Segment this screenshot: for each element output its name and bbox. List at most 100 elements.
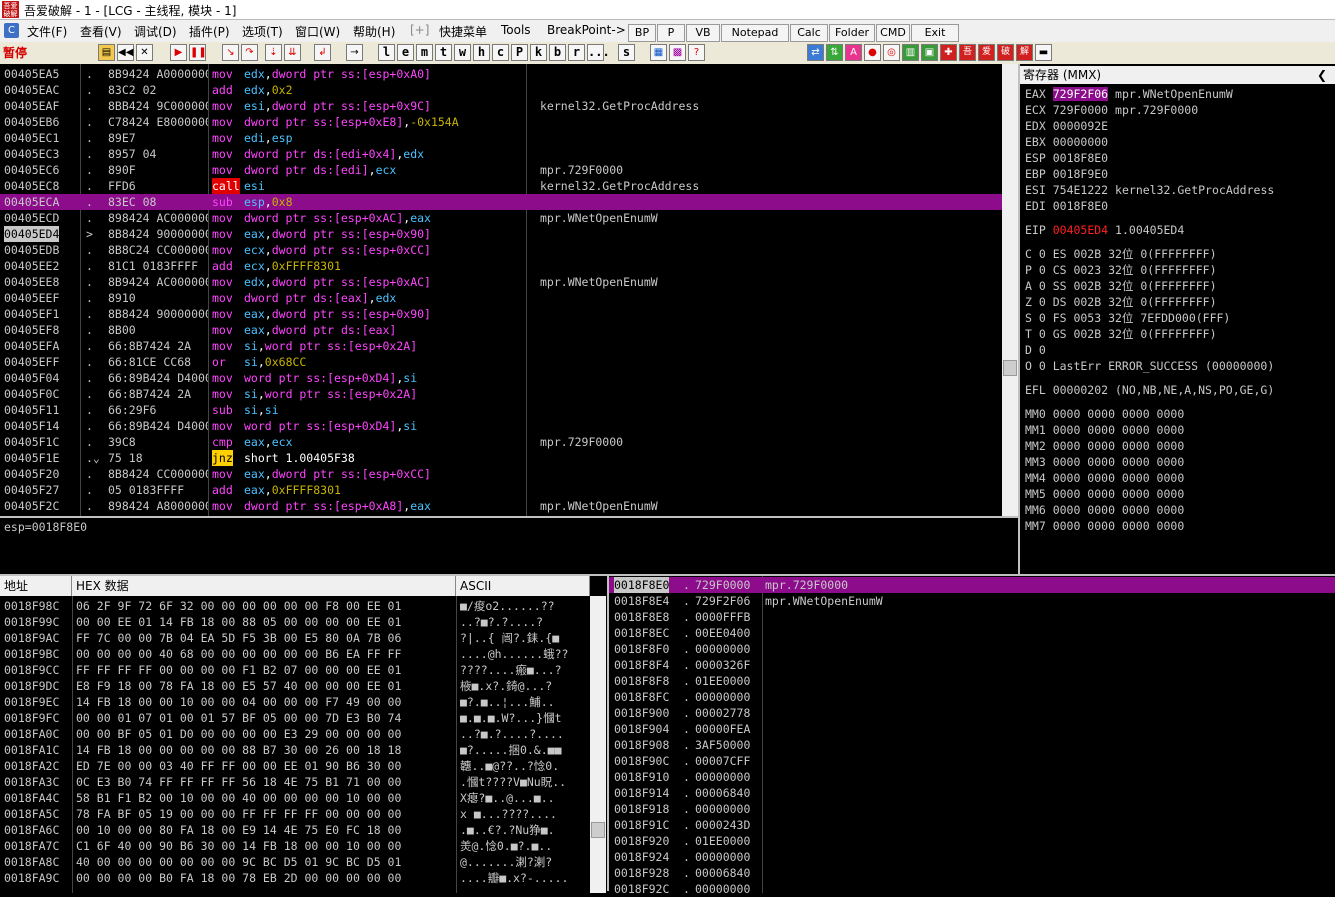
plugin-p-button[interactable]: P [657, 24, 685, 42]
stack-row[interactable]: 0018F918. 00000000 [609, 801, 1335, 817]
pause-icon[interactable]: ❚❚ [189, 44, 207, 61]
stack-row[interactable]: 0018F8FC. 00000000 [609, 689, 1335, 705]
plugin-cmd-button[interactable]: CMD [876, 24, 910, 42]
register-row[interactable]: EDI 0018F8E0 [1025, 198, 1108, 214]
dump-row[interactable]: 0018FA5C 78 FA BF 05 19 00 00 00 FF FF FF… [0, 806, 590, 822]
close-icon[interactable]: ✕ [136, 44, 153, 61]
rewind-icon[interactable]: ◀◀ [117, 44, 134, 61]
stack-row[interactable]: 0018F908. 3AF50000 [609, 737, 1335, 753]
stack-row[interactable]: 0018F8E8. 0000FFFB [609, 609, 1335, 625]
register-row[interactable]: ESI 754E1222 kernel32.GetProcAddress [1025, 182, 1274, 198]
stack-row[interactable]: 0018F90C. 00007CFF [609, 753, 1335, 769]
disasm-row[interactable]: 00405EDB. 8B8C24 CC000000 mov ecx,dword ptr… [0, 242, 1002, 258]
breakpoints-button[interactable]: b [549, 44, 566, 61]
dump-row[interactable]: 0018F98C 06 2F 9F 72 6F 32 00 00 00 00 00… [0, 598, 590, 614]
disasm-row[interactable]: 00405F04. 66:89B424 D4000000 mov word ptr s… [0, 370, 1002, 386]
flag-row[interactable]: D 0 [1025, 342, 1046, 358]
app-menu-icon[interactable]: C [4, 23, 19, 38]
dump-row[interactable]: 0018FA6C 00 10 00 00 80 FA 18 00 E9 14 4E… [0, 822, 590, 838]
plugin-vb-button[interactable]: VB [686, 24, 720, 42]
menu-file[interactable]: 文件(F) [27, 23, 67, 40]
stack-row[interactable]: 0018F8EC. 00EE0400 [609, 625, 1335, 641]
register-value[interactable]: 0018F9E0 [1053, 167, 1108, 181]
stack-row[interactable]: 0018F900. 00002778 [609, 705, 1335, 721]
efl-row[interactable]: EFL 00000202 (NO,NB,NE,A,NS,PO,GE,G) [1025, 382, 1274, 398]
menu-shortcut[interactable]: 快捷菜单 [439, 23, 487, 40]
disasm-row[interactable]: 00405EA5. 8B9424 A0000000 mov edx,dword ptr… [0, 66, 1002, 82]
registers-header[interactable]: 寄存器 (MMX) ❮ [1020, 66, 1335, 84]
flag-row[interactable]: T 0 GS 002B 32位 0(FFFFFFFF) [1025, 326, 1217, 342]
register-value[interactable]: 0018F8E0 [1053, 199, 1108, 213]
disasm-row[interactable]: 00405F27. 05 0183FFFF add eax,0xFFFF8301 [0, 482, 1002, 498]
menu-breakpoint[interactable]: BreakPoint-> [547, 23, 626, 37]
menu-options[interactable]: 选项(T) [242, 23, 283, 40]
dump-row[interactable]: 0018F9CC FF FF FF FF 00 00 00 00 F1 B2 07… [0, 662, 590, 678]
dump-row[interactable]: 0018F9DC E8 F9 18 00 78 FA 18 00 E5 57 40… [0, 678, 590, 694]
dump-header-address[interactable]: 地址 [0, 576, 72, 596]
menu-plugins[interactable]: 插件(P) [189, 23, 230, 40]
window-icon[interactable]: ▬ [1035, 44, 1052, 61]
dump-row[interactable]: 0018FA9C 00 00 00 00 B0 FA 18 00 78 EB 2D… [0, 870, 590, 886]
disasm-row[interactable]: 00405F14. 66:89B424 D4000000 mov word ptr s… [0, 418, 1002, 434]
stack-row[interactable]: 0018F904. 00000FEA [609, 721, 1335, 737]
registers-pane[interactable]: 寄存器 (MMX) ❮ EAX 729F2F06 mpr.WNetOpenEnu… [1018, 64, 1335, 574]
mmx-row[interactable]: MM2 0000 0000 0000 0000 [1025, 438, 1184, 454]
dump-row[interactable]: 0018FA1C 14 FB 18 00 00 00 00 00 88 B7 30… [0, 742, 590, 758]
register-row[interactable]: ESP 0018F8E0 [1025, 150, 1108, 166]
logo-ai-button[interactable]: 爱 [978, 44, 995, 61]
register-row[interactable]: EBX 00000000 [1025, 134, 1108, 150]
flag-row[interactable]: S 0 FS 0053 32位 7EFDD000(FFF) [1025, 310, 1230, 326]
menu-view[interactable]: 查看(V) [80, 23, 122, 40]
help-icon[interactable]: ? [688, 44, 705, 61]
dump-row[interactable]: 0018F9FC 00 00 01 07 01 00 01 57 BF 05 00… [0, 710, 590, 726]
flag-row[interactable]: C 0 ES 002B 32位 0(FFFFFFFF) [1025, 246, 1217, 262]
disasm-row[interactable]: 00405EFA. 66:8B7424 2A mov si,word ptr ss:[… [0, 338, 1002, 354]
disasm-row[interactable]: 00405EAC. 83C2 02 add edx,0x2 [0, 82, 1002, 98]
scrollbar-thumb[interactable] [591, 822, 605, 838]
cross-icon[interactable]: ✚ [940, 44, 957, 61]
disasm-row[interactable]: 00405F2C. 898424 A8000000 mov dword ptr ss:… [0, 498, 1002, 514]
run-trace-button[interactable]: ... [587, 44, 610, 61]
stack-row[interactable]: 0018F8E0. 729F0000 mpr.729F0000 [609, 577, 1335, 593]
flag-row[interactable]: P 0 CS 0023 32位 0(FFFFFFFF) [1025, 262, 1217, 278]
run-icon[interactable]: ▶ [170, 44, 187, 61]
chevron-left-icon[interactable]: ❮ [1317, 66, 1327, 84]
dump-row[interactable]: 0018F9BC 00 00 00 00 40 68 00 00 00 00 00… [0, 646, 590, 662]
a-icon[interactable]: A [845, 44, 862, 61]
mmx-row[interactable]: MM7 0000 0000 0000 0000 [1025, 518, 1184, 534]
disassembly-pane[interactable]: 00405EA5. 8B9424 A0000000 mov edx,dword ptr… [0, 64, 1002, 516]
register-value[interactable]: 729F0000 [1053, 103, 1108, 117]
step-into-icon[interactable]: ↘ [222, 44, 239, 61]
stack-row[interactable]: 0018F924. 00000000 [609, 849, 1335, 865]
logo-po-button[interactable]: 破 [997, 44, 1014, 61]
log-window-button[interactable]: l [378, 44, 395, 61]
stack-row[interactable]: 0018F92C. 00000000 [609, 881, 1335, 897]
stack-row[interactable]: 0018F91C. 0000243D [609, 817, 1335, 833]
disasm-row[interactable]: 00405EFF. 66:81CE CC68 or si,0x68CC [0, 354, 1002, 370]
disasm-row[interactable]: 00405EE2. 81C1 0183FFFF add ecx,0xFFFF8301 [0, 258, 1002, 274]
options-icon[interactable]: ▩ [669, 44, 686, 61]
register-value[interactable]: 729F2F06 [1052, 87, 1109, 101]
execute-till-return-icon[interactable]: ↲ [314, 44, 331, 61]
cpu-button[interactable]: c [492, 44, 509, 61]
layout-icon[interactable]: ▦ [650, 44, 667, 61]
stack-row[interactable]: 0018F8F8. 01EE0000 [609, 673, 1335, 689]
disasm-row[interactable]: 00405ED4 >8B8424 90000000 mov eax,dword ptr… [0, 226, 1002, 242]
mmx-row[interactable]: MM1 0000 0000 0000 0000 [1025, 422, 1184, 438]
disassembly-scrollbar[interactable] [1002, 64, 1018, 516]
register-row[interactable]: EBP 0018F9E0 [1025, 166, 1108, 182]
stack-row[interactable]: 0018F914. 00006840 [609, 785, 1335, 801]
register-row[interactable]: EAX 729F2F06 mpr.WNetOpenEnumW [1025, 86, 1233, 102]
register-value[interactable]: 754E1222 [1053, 183, 1108, 197]
menu-window[interactable]: 窗口(W) [295, 23, 340, 40]
references-button[interactable]: r [568, 44, 585, 61]
refresh-icon[interactable]: ⇄ [807, 44, 824, 61]
disasm-row[interactable]: 00405EC1. 89E7 mov edi,esp [0, 130, 1002, 146]
logo-wu-button[interactable]: 吾 [959, 44, 976, 61]
grid-icon[interactable]: ▥ [902, 44, 919, 61]
mmx-row[interactable]: MM3 0000 0000 0000 0000 [1025, 454, 1184, 470]
menu-debug[interactable]: 调试(D) [134, 23, 177, 40]
stack-row[interactable]: 0018F910. 00000000 [609, 769, 1335, 785]
hex-dump-pane[interactable]: 地址 HEX 数据 ASCII 0018F98C 06 2F 9F 72 6F 3… [0, 574, 607, 893]
register-value[interactable]: 00405ED4 [1053, 223, 1108, 237]
